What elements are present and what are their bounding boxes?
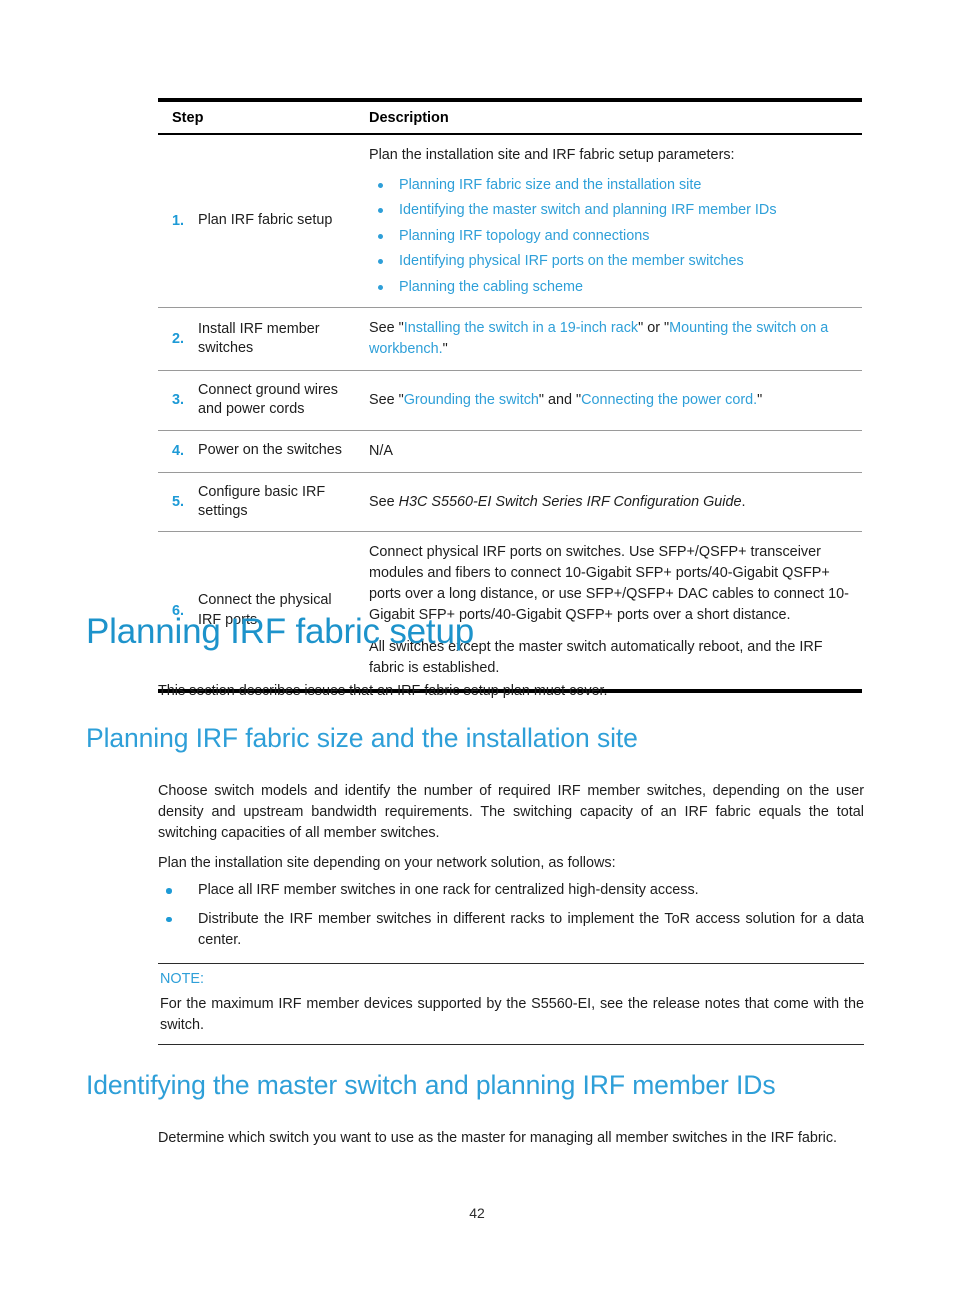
step-label: Connect ground wires and power cords [198, 381, 338, 418]
description-text: See "Installing the switch in a 19-inch … [369, 318, 856, 360]
text-segment: See " [369, 391, 404, 408]
note-title: NOTE: [160, 971, 204, 987]
step-cell: 4. Power on the switches [158, 431, 363, 472]
step-cell: 5. Configure basic IRF settings [158, 473, 363, 532]
description-cell: N/A [363, 431, 862, 472]
note-body: For the maximum IRF member devices suppo… [160, 996, 864, 1033]
description-text: See H3C S5560-EI Switch Series IRF Confi… [369, 492, 856, 513]
description-cell: See "Grounding the switch" and "Connecti… [363, 371, 862, 430]
step-cell: 2. Install IRF member switches [158, 308, 363, 370]
table-row: 4. Power on the switches N/A [158, 431, 862, 473]
step-label: Configure basic IRF settings [198, 483, 326, 519]
list-item-text: Distribute the IRF member switches in di… [198, 910, 864, 948]
description-intro: Plan the installation site and IRF fabri… [369, 147, 735, 163]
note-callout: NOTE: For the maximum IRF member devices… [158, 963, 864, 1045]
step-number: 4. [172, 443, 185, 460]
cross-reference-link[interactable]: Planning the cabling scheme [399, 279, 583, 295]
document-title-reference: H3C S5560-EI Switch Series IRF Configura… [398, 493, 742, 510]
document-page: Step Description 1. Plan IRF fabric setu… [0, 0, 954, 1294]
step-number: 5. [172, 494, 185, 510]
table-row: 5. Configure basic IRF settings See H3C … [158, 473, 862, 533]
description-cell: See H3C S5560-EI Switch Series IRF Confi… [363, 473, 862, 532]
step-cell: 1. Plan IRF fabric setup [158, 135, 363, 307]
step-label: Install IRF member switches [198, 320, 320, 356]
column-header-description: Description [369, 110, 449, 126]
cross-reference-link[interactable]: Connecting the power cord. [581, 392, 757, 408]
list-item[interactable]: Planning the cabling scheme [369, 278, 856, 297]
cross-reference-link[interactable]: Installing the switch in a 19-inch rack [404, 320, 638, 336]
table-row: 6. Connect the physical IRF ports Connec… [158, 532, 862, 688]
page-title: Planning IRF fabric setup [86, 612, 474, 651]
table-row: 1. Plan IRF fabric setup Plan the instal… [158, 135, 862, 309]
text-segment: " or " [638, 320, 670, 337]
cross-reference-link[interactable]: Planning IRF fabric size and the install… [399, 177, 701, 193]
cross-reference-link[interactable]: Planning IRF topology and connections [399, 228, 649, 244]
description-cell: Plan the installation site and IRF fabri… [363, 135, 862, 307]
step-label: Power on the switches [198, 442, 342, 459]
cross-reference-link[interactable]: Identifying the master switch and planni… [399, 202, 777, 218]
description-cell: See "Installing the switch in a 19-inch … [363, 308, 862, 370]
paragraph-switch-models: Choose switch models and identify the nu… [158, 783, 864, 841]
installation-site-bullet-list: Place all IRF member switches in one rac… [158, 880, 864, 951]
table-header-row: Step Description [158, 102, 862, 135]
list-item-text: Place all IRF member switches in one rac… [198, 882, 699, 898]
intro-paragraph: This section describes issues that an IR… [158, 683, 608, 699]
list-item: Place all IRF member switches in one rac… [158, 880, 864, 901]
paragraph-determine-master: Determine which switch you want to use a… [158, 1130, 838, 1146]
list-item: Distribute the IRF member switches in di… [158, 909, 864, 951]
section-heading-identifying-master: Identifying the master switch and planni… [86, 1070, 776, 1100]
cross-reference-link[interactable]: Identifying physical IRF ports on the me… [399, 253, 744, 269]
text-segment: . [741, 493, 746, 510]
text-segment: " [442, 340, 448, 357]
page-number: 42 [469, 1205, 485, 1221]
column-header-step: Step [172, 110, 204, 126]
description-cell: Connect physical IRF ports on switches. … [363, 532, 862, 688]
step-cell: 6. Connect the physical IRF ports [158, 532, 363, 688]
text-segment: See " [369, 320, 404, 337]
description-text: N/A [369, 442, 393, 459]
text-segment: See [369, 493, 399, 510]
list-item[interactable]: Identifying the master switch and planni… [369, 201, 856, 220]
step-label: Plan IRF fabric setup [198, 212, 333, 229]
irf-setup-step-table: Step Description 1. Plan IRF fabric setu… [158, 98, 862, 693]
step-number: 2. [172, 330, 185, 347]
table-row: 2. Install IRF member switches See "Inst… [158, 308, 862, 371]
cross-reference-list: Planning IRF fabric size and the install… [369, 171, 856, 297]
cross-reference-link[interactable]: Grounding the switch [404, 392, 539, 408]
list-item[interactable]: Identifying physical IRF ports on the me… [369, 252, 856, 271]
description-text: See "Grounding the switch" and "Connecti… [369, 390, 856, 411]
step-number: 1. [172, 213, 185, 230]
list-item[interactable]: Planning IRF topology and connections [369, 227, 856, 246]
text-segment: " [757, 391, 763, 408]
list-item[interactable]: Planning IRF fabric size and the install… [369, 176, 856, 195]
step-number: 3. [172, 392, 185, 409]
paragraph-plan-installation-site: Plan the installation site depending on … [158, 855, 616, 871]
table-row: 3. Connect ground wires and power cords … [158, 371, 862, 431]
text-segment: " and " [538, 391, 582, 408]
step-cell: 3. Connect ground wires and power cords [158, 371, 363, 430]
section-heading-planning-size: Planning IRF fabric size and the install… [86, 723, 638, 753]
